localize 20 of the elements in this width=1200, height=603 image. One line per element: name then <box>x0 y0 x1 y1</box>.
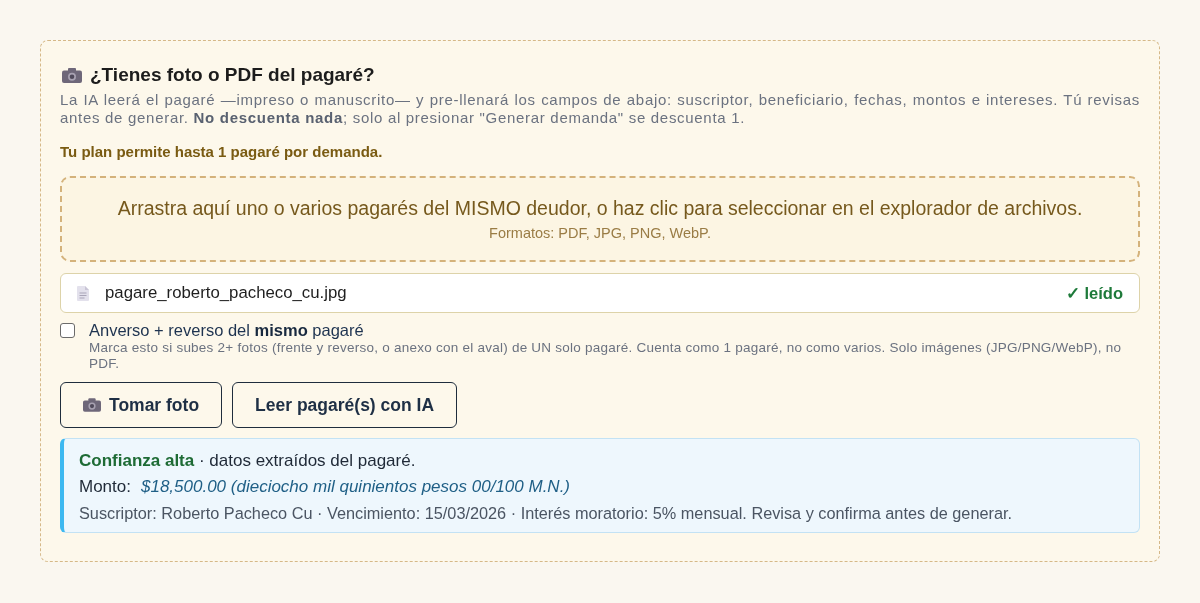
camera-icon <box>83 398 101 412</box>
confidence-summary: Confianza alta · datos extraídos del pagaré. <box>79 450 417 472</box>
camera-icon <box>62 67 82 83</box>
accepted-formats-text: Formatos: PDF, JPG, PNG, WebP. <box>489 224 711 242</box>
file-status: ✓ leído <box>1065 283 1123 303</box>
description-text: La IA leerá el pagaré —impreso o manuscrito— y pre-llenará los campos de abajo: suscriptor, beneficiario, fechas, montos e intereses. Tú revisas antes de generar. No descuenta nada; solo al presionar "Generar demanda" se descuenta 1. <box>60 91 1140 127</box>
document-icon <box>77 285 89 301</box>
file-name: pagare_roberto_pacheco_cu.jpg <box>105 283 348 303</box>
plan-limit-note: Tu plan permite hasta 1 pagaré por demanda. <box>60 143 384 161</box>
same-note-checkbox[interactable] <box>60 323 75 338</box>
amount-label: Monto: <box>79 476 131 498</box>
read-with-ai-button[interactable]: Leer pagaré(s) con IA <box>232 382 458 428</box>
checkbox-label[interactable]: Anverso + reverso del mismo pagaré <box>89 320 364 340</box>
take-photo-button[interactable]: Tomar foto <box>60 382 223 428</box>
file-dropzone[interactable]: Arrastra aquí uno o varios pagarés del MISMO deudor, o haz clic para seleccionar en el explorador de archivos. Formatos: PDF, JPG, PNG, WebP. <box>60 176 1140 262</box>
dropzone-instructions: Arrastra aquí uno o varios pagarés del MISMO deudor, o haz clic para seleccionar en el explorador de archivos. <box>117 196 1083 220</box>
panel-title: ¿Tienes foto o PDF del pagaré? <box>90 64 375 86</box>
checkbox-hint: Marca esto si subes 2+ fotos (frente y reverso, o anexo con el aval) de UN solo pagaré. Cuenta como 1 pagaré, no como varios. Solo imágenes (JPG/PNG/WebP), no PDF. <box>89 340 1123 372</box>
amount-value: $18,500.00 (dieciocho mil quinientos pesos 00/100 M.N.) <box>141 476 571 498</box>
extracted-details-text: Suscriptor: Roberto Pacheco Cu · Vencimiento: 15/03/2026 · Interés moratorio: 5% mensual. Revisa y confirma antes de generar. <box>79 503 1014 524</box>
